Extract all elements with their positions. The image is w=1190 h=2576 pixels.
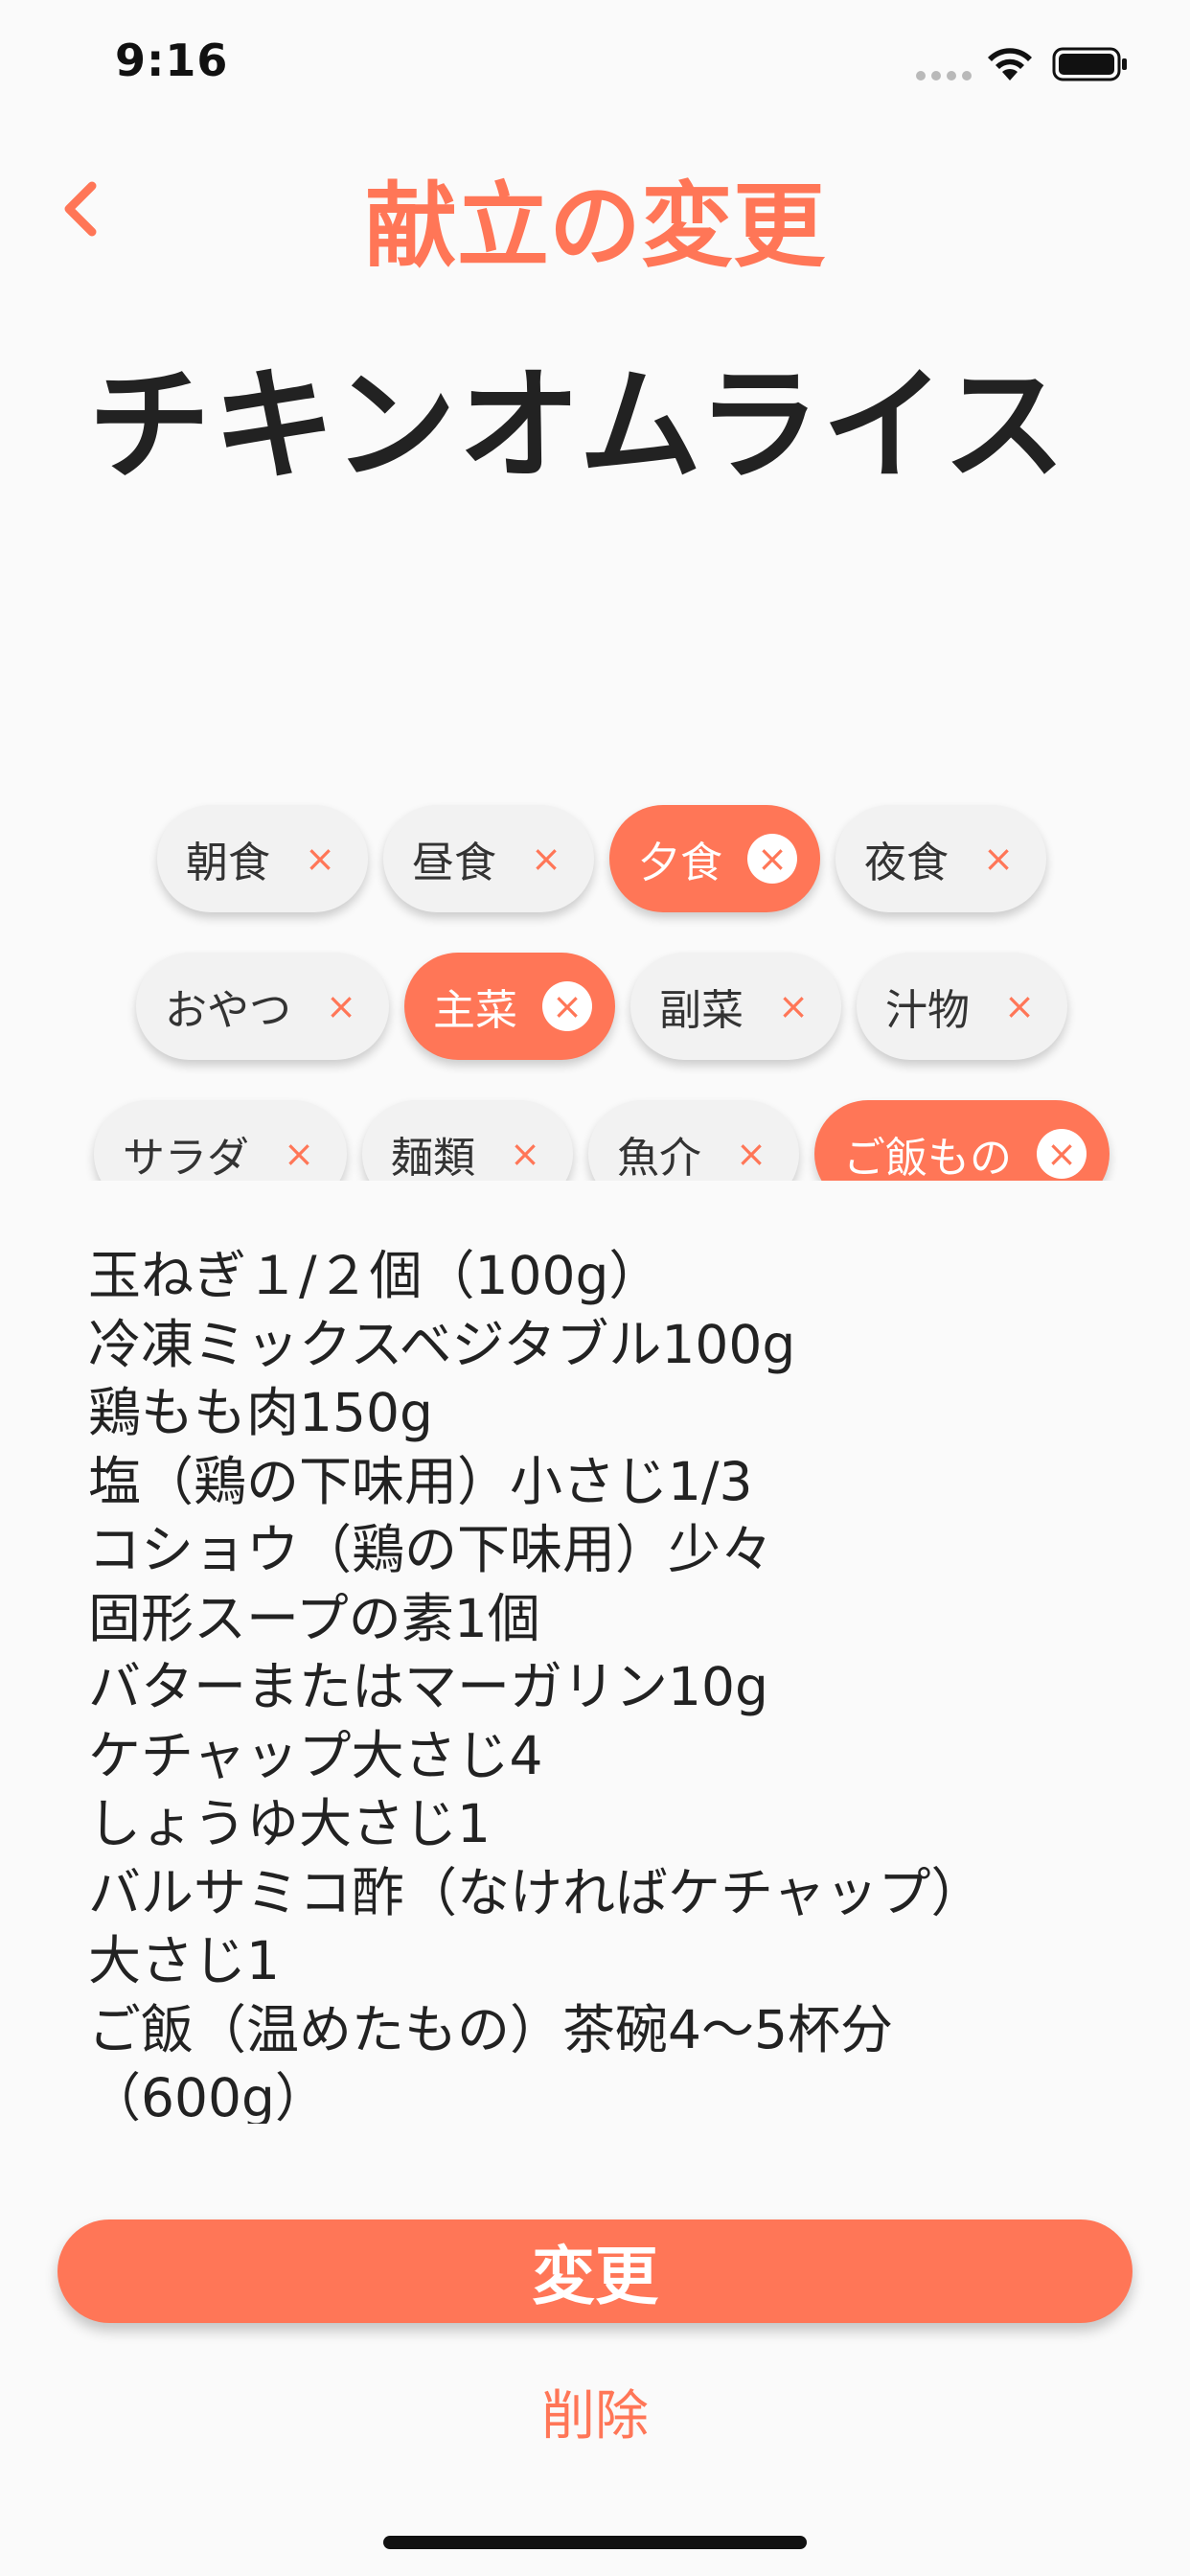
ingredient-line: 塩（鶏の下味用）小さじ1/3 [88,1450,753,1512]
status-bar: 9:16 [0,0,1190,126]
tag-label: 朝食 [186,839,270,887]
tag-label: 副菜 [659,986,744,1035]
tag-soup[interactable]: 汁物 × [857,953,1067,1060]
close-icon[interactable]: × [1037,1129,1087,1179]
ingredient-line: 固形スープの素1個 [88,1587,540,1649]
tag-label: 昼食 [412,839,496,887]
ingredient-line: （600g） [88,2067,328,2124]
category-tags: 朝食 × 昼食 × 夕食 × 夜食 × おやつ × 主菜 × 副菜 × 汁物 ×… [75,786,1129,1181]
tag-salad[interactable]: サラダ × [94,1100,347,1181]
ingredient-line: 大さじ1 [88,1930,280,1991]
tag-rice-dish[interactable]: ご飯もの × [814,1100,1110,1181]
tag-label: 麺類 [391,1134,475,1181]
ingredient-line: ご飯（温めたもの）茶碗4〜5杯分 [88,1998,893,2060]
tag-row: サラダ × 麺類 × 魚介 × ご飯もの × [75,1100,1129,1181]
ingredient-line: バルサミコ酢（なければケチャップ） [88,1861,984,1923]
tag-late-night[interactable]: 夜食 × [835,805,1046,912]
ingredient-line: 鶏もも肉150g [88,1382,433,1443]
close-icon[interactable]: × [274,1129,324,1179]
tag-label: ご飯もの [843,1134,1012,1181]
tag-label: 夜食 [864,839,949,887]
tag-label: おやつ [165,986,291,1035]
ingredient-line: コショウ（鶏の下味用）少々 [88,1519,774,1580]
close-icon[interactable]: × [973,834,1023,884]
cellular-signal-icon [916,71,972,80]
tag-dinner[interactable]: 夕食 × [609,805,820,912]
close-icon[interactable]: × [295,834,345,884]
close-icon[interactable]: × [542,981,592,1031]
close-icon[interactable]: × [316,981,366,1031]
close-icon[interactable]: × [500,1129,550,1179]
tag-label: 汁物 [885,986,970,1035]
close-icon[interactable]: × [726,1129,776,1179]
tag-label: 主菜 [433,986,517,1035]
close-icon[interactable]: × [768,981,818,1031]
delete-button[interactable]: 削除 [0,2373,1190,2450]
tag-side-dish[interactable]: 副菜 × [630,953,841,1060]
page-title: 献立の変更 [365,172,825,280]
ingredient-line: 冷凍ミックスベジタブル100g [88,1313,796,1375]
ingredients-text[interactable]: 玉ねぎ１/２個（100g） 冷凍ミックスベジタブル100g 鶏もも肉150g 塩… [88,1242,1113,2124]
tag-main-dish[interactable]: 主菜 × [404,953,615,1060]
tag-snack[interactable]: おやつ × [136,953,389,1060]
battery-icon [1052,47,1127,81]
tag-row: 朝食 × 昼食 × 夕食 × 夜食 × [75,805,1129,912]
tag-label: サラダ [123,1134,249,1181]
close-icon[interactable]: × [747,834,797,884]
ingredient-line: 玉ねぎ１/２個（100g） [88,1245,662,1306]
tag-noodles[interactable]: 麺類 × [362,1100,573,1181]
change-button[interactable]: 変更 [57,2220,1133,2323]
tag-lunch[interactable]: 昼食 × [383,805,594,912]
recipe-name: チキンオムライス [88,355,1068,497]
ingredient-line: しょうゆ大さじ1 [88,1793,491,1854]
close-icon[interactable]: × [995,981,1044,1031]
close-icon[interactable]: × [521,834,571,884]
ingredient-line: バターまたはマーガリン10g [88,1656,768,1717]
tag-label: 魚介 [617,1134,701,1181]
home-indicator[interactable] [383,2536,807,2549]
tag-breakfast[interactable]: 朝食 × [157,805,368,912]
tag-row: おやつ × 主菜 × 副菜 × 汁物 × [75,953,1129,1060]
ingredient-line: ケチャップ大さじ4 [88,1724,543,1786]
tag-seafood[interactable]: 魚介 × [588,1100,799,1181]
wifi-icon [988,48,1032,80]
tag-label: 夕食 [638,839,722,887]
status-time: 9:16 [115,34,229,86]
